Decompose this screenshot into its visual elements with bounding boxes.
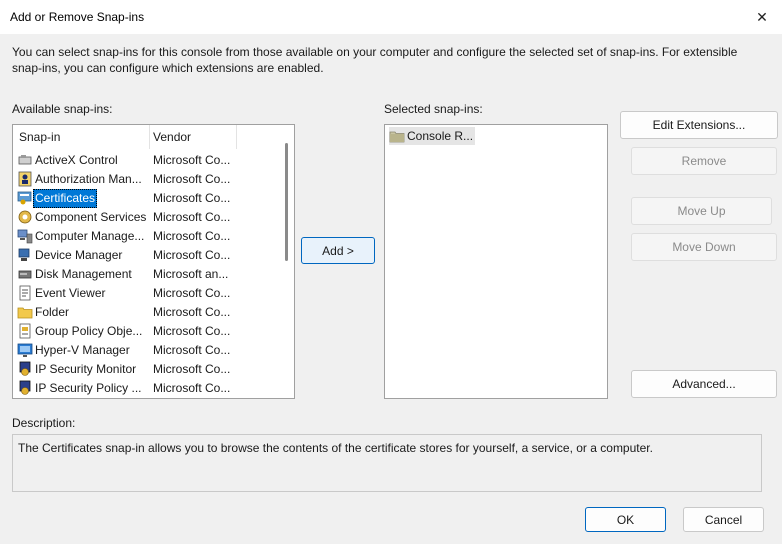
snapin-name: ActiveX Control <box>35 153 118 167</box>
snapin-vendor: Microsoft Co... <box>153 343 231 357</box>
cancel-label: Cancel <box>704 512 743 527</box>
snapin-name: Certificates <box>33 189 98 208</box>
column-header-vendor[interactable]: Vendor <box>150 125 236 149</box>
snapin-vendor: Microsoft Co... <box>153 229 231 243</box>
list-item[interactable]: ActiveX Control Microsoft Co... <box>13 151 283 170</box>
snapin-name: Computer Manage... <box>35 229 145 243</box>
list-item[interactable]: Device Manager Microsoft Co... <box>13 246 283 265</box>
component-services-icon <box>18 210 32 224</box>
snapin-name: Event Viewer <box>35 286 106 300</box>
snapin-name: IP Security Policy ... <box>35 381 142 395</box>
edit-extensions-button[interactable]: Edit Extensions... <box>620 111 778 139</box>
close-button[interactable]: ✕ <box>742 0 782 34</box>
snapin-vendor: Microsoft Co... <box>153 381 231 395</box>
add-button[interactable]: Add > <box>301 237 375 264</box>
column-separator <box>236 125 237 149</box>
list-item[interactable]: Folder Microsoft Co... <box>13 303 283 322</box>
disk-management-icon <box>18 270 32 279</box>
authorization-manager-icon <box>18 171 32 187</box>
cancel-button[interactable]: Cancel <box>683 507 764 532</box>
list-item[interactable]: Authorization Man... Microsoft Co... <box>13 170 283 189</box>
selected-snapin-label: Console R... <box>407 129 474 143</box>
intro-text: You can select snap-ins for this console… <box>12 45 738 75</box>
available-snapins-label: Available snap-ins: <box>12 102 113 116</box>
title-bar: Add or Remove Snap-ins ✕ <box>0 0 782 34</box>
selected-snapins-list[interactable]: Console R... <box>384 124 608 399</box>
list-item[interactable]: Hyper-V Manager Microsoft Co... <box>13 341 283 360</box>
advanced-button[interactable]: Advanced... <box>631 370 777 398</box>
close-icon: ✕ <box>756 8 768 25</box>
snapin-vendor: Microsoft Co... <box>153 286 231 300</box>
column-header-snapin[interactable]: Snap-in <box>13 125 150 149</box>
remove-label: Remove <box>681 154 727 168</box>
snapin-vendor: Microsoft Co... <box>153 172 231 186</box>
available-snapins-list[interactable]: Snap-in Vendor ActiveX Control Microsoft … <box>12 124 295 399</box>
snapin-vendor: Microsoft Co... <box>153 248 231 262</box>
snapin-vendor: Microsoft Co... <box>153 210 231 224</box>
list-item[interactable]: Computer Manage... Microsoft Co... <box>13 227 283 246</box>
list-item[interactable]: Event Viewer Microsoft Co... <box>13 284 283 303</box>
ip-security-monitor-icon <box>19 361 31 376</box>
ip-security-policy-icon <box>19 380 31 395</box>
folder-icon <box>17 307 33 319</box>
move-down-button[interactable]: Move Down <box>631 233 777 261</box>
move-down-label: Move Down <box>672 240 736 254</box>
edit-extensions-label: Edit Extensions... <box>652 118 746 132</box>
ok-label: OK <box>616 512 635 527</box>
list-item[interactable]: Component Services Microsoft Co... <box>13 208 283 227</box>
device-manager-icon <box>18 248 30 261</box>
column-header-snapin-label: Snap-in <box>19 130 61 144</box>
move-up-button[interactable]: Move Up <box>631 197 772 225</box>
ok-button[interactable]: OK <box>585 507 666 532</box>
snapin-vendor: Microsoft Co... <box>153 362 231 376</box>
description-text: The Certificates snap-in allows you to b… <box>18 441 653 455</box>
snapin-name: Authorization Man... <box>35 172 142 186</box>
group-policy-icon <box>19 323 31 339</box>
snapin-name: Device Manager <box>35 248 123 262</box>
snapin-name: Component Services <box>35 210 147 224</box>
certificates-icon <box>17 191 32 205</box>
snapin-name: IP Security Monitor <box>35 362 137 376</box>
snapin-vendor: Microsoft Co... <box>153 191 231 205</box>
window-title: Add or Remove Snap-ins <box>10 10 145 24</box>
selected-snapin-console-root[interactable]: Console R... <box>389 127 476 145</box>
snapin-vendor: Microsoft Co... <box>153 305 231 319</box>
move-up-label: Move Up <box>677 204 726 218</box>
column-header-vendor-label: Vendor <box>153 130 192 144</box>
hyper-v-icon <box>17 343 33 357</box>
computer-management-icon <box>17 229 33 244</box>
description-label: Description: <box>12 416 76 430</box>
snapin-vendor: Microsoft an... <box>153 267 229 281</box>
snapin-name: Folder <box>35 305 70 319</box>
list-item[interactable]: IP Security Policy ... Microsoft Co... <box>13 379 283 398</box>
description-box: The Certificates snap-in allows you to b… <box>12 434 762 492</box>
remove-button[interactable]: Remove <box>631 147 777 175</box>
selected-snapins-label: Selected snap-ins: <box>384 102 483 116</box>
snapin-vendor: Microsoft Co... <box>153 153 231 167</box>
list-item[interactable]: Certificates Microsoft Co... <box>13 189 283 208</box>
advanced-label: Advanced... <box>672 377 736 391</box>
snapin-vendor: Microsoft Co... <box>153 324 231 338</box>
console-root-folder-icon <box>389 131 405 143</box>
snapin-name: Hyper-V Manager <box>35 343 130 357</box>
activex-icon <box>18 155 32 165</box>
add-button-label: Add > <box>322 243 354 258</box>
snapin-name: Disk Management <box>35 267 132 281</box>
list-scrollbar[interactable] <box>285 143 288 261</box>
snapin-name: Group Policy Obje... <box>35 324 143 338</box>
event-viewer-icon <box>19 285 31 301</box>
list-item[interactable]: IP Security Monitor Microsoft Co... <box>13 360 283 379</box>
list-item[interactable]: Disk Management Microsoft an... <box>13 265 283 284</box>
list-item[interactable]: Group Policy Obje... Microsoft Co... <box>13 322 283 341</box>
